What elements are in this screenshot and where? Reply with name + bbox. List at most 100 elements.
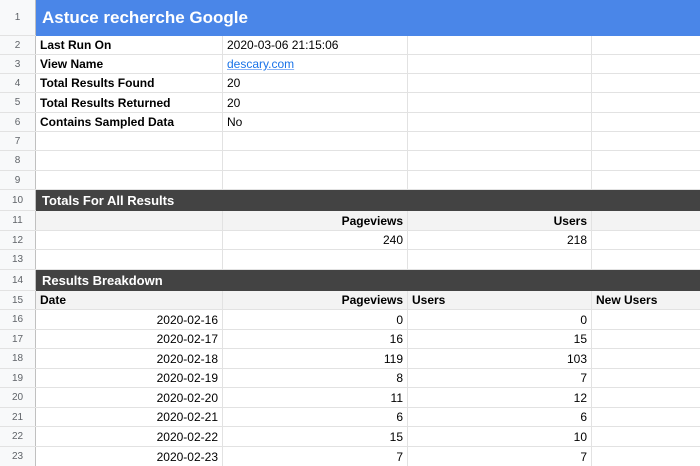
empty-cell[interactable]: [592, 211, 700, 230]
row-number[interactable]: 6: [0, 113, 36, 131]
empty-cell[interactable]: [408, 151, 592, 170]
empty-cell[interactable]: [592, 74, 700, 92]
empty-cell[interactable]: [592, 36, 700, 54]
empty-cell[interactable]: [223, 132, 408, 150]
empty-cell[interactable]: [36, 250, 223, 269]
empty-cell[interactable]: [36, 132, 223, 150]
empty-cell[interactable]: [36, 171, 223, 189]
empty-cell[interactable]: [592, 250, 700, 269]
empty-cell[interactable]: [408, 55, 592, 73]
row-number[interactable]: 4: [0, 74, 36, 92]
row-number[interactable]: 11: [0, 211, 36, 230]
date-cell[interactable]: 2020-02-21: [36, 408, 223, 426]
empty-cell[interactable]: [592, 132, 700, 150]
sheet-title-cell[interactable]: Astuce recherche Google: [36, 0, 700, 36]
pageviews-cell[interactable]: 15: [223, 427, 408, 446]
row-number[interactable]: 18: [0, 349, 36, 368]
new-users-cell[interactable]: [592, 310, 700, 329]
new-users-column-header[interactable]: New Users: [592, 291, 700, 309]
empty-cell[interactable]: [408, 74, 592, 92]
empty-cell[interactable]: [592, 113, 700, 131]
totals-users-value[interactable]: 218: [408, 231, 592, 249]
empty-cell[interactable]: [592, 151, 700, 170]
empty-cell[interactable]: [592, 171, 700, 189]
new-users-cell[interactable]: [592, 427, 700, 446]
row-number[interactable]: 14: [0, 270, 36, 290]
row-number[interactable]: 16: [0, 310, 36, 329]
empty-cell[interactable]: [408, 171, 592, 189]
row-number[interactable]: 20: [0, 388, 36, 407]
users-column-header[interactable]: Users: [408, 291, 592, 309]
new-users-cell[interactable]: [592, 369, 700, 387]
empty-cell[interactable]: [408, 132, 592, 150]
row-number[interactable]: 8: [0, 151, 36, 170]
totals-users-header[interactable]: Users: [408, 211, 592, 230]
date-cell[interactable]: 2020-02-16: [36, 310, 223, 329]
users-cell[interactable]: 15: [408, 330, 592, 348]
pageviews-cell[interactable]: 6: [223, 408, 408, 426]
pageviews-cell[interactable]: 16: [223, 330, 408, 348]
new-users-cell[interactable]: [592, 330, 700, 348]
date-column-header[interactable]: Date: [36, 291, 223, 309]
meta-label-cell[interactable]: Contains Sampled Data: [36, 113, 223, 131]
new-users-cell[interactable]: [592, 447, 700, 466]
row-number[interactable]: 13: [0, 250, 36, 269]
empty-cell[interactable]: [408, 93, 592, 112]
row-number[interactable]: 3: [0, 55, 36, 73]
meta-value-cell[interactable]: 2020-03-06 21:15:06: [223, 36, 408, 54]
pageviews-cell[interactable]: 119: [223, 349, 408, 368]
empty-cell[interactable]: [408, 250, 592, 269]
row-number[interactable]: 21: [0, 408, 36, 426]
row-number[interactable]: 12: [0, 231, 36, 249]
empty-cell[interactable]: [223, 250, 408, 269]
new-users-cell[interactable]: [592, 388, 700, 407]
date-cell[interactable]: 2020-02-19: [36, 369, 223, 387]
pageviews-cell[interactable]: 0: [223, 310, 408, 329]
users-cell[interactable]: 103: [408, 349, 592, 368]
new-users-cell[interactable]: [592, 408, 700, 426]
users-cell[interactable]: 7: [408, 447, 592, 466]
breakdown-heading-cell[interactable]: Results Breakdown: [36, 270, 700, 291]
row-number[interactable]: 17: [0, 330, 36, 348]
empty-cell[interactable]: [223, 151, 408, 170]
meta-value-cell[interactable]: 20: [223, 74, 408, 92]
date-cell[interactable]: 2020-02-18: [36, 349, 223, 368]
empty-cell[interactable]: [408, 113, 592, 131]
date-cell[interactable]: 2020-02-17: [36, 330, 223, 348]
totals-pageviews-value[interactable]: 240: [223, 231, 408, 249]
empty-cell[interactable]: [36, 231, 223, 249]
new-users-cell[interactable]: [592, 349, 700, 368]
date-cell[interactable]: 2020-02-22: [36, 427, 223, 446]
meta-label-cell[interactable]: Total Results Returned: [36, 93, 223, 112]
view-name-link[interactable]: descary.com: [227, 57, 294, 71]
meta-label-cell[interactable]: Total Results Found: [36, 74, 223, 92]
date-cell[interactable]: 2020-02-20: [36, 388, 223, 407]
empty-cell[interactable]: [592, 55, 700, 73]
pageviews-cell[interactable]: 7: [223, 447, 408, 466]
totals-heading-cell[interactable]: Totals For All Results: [36, 190, 700, 211]
meta-label-cell[interactable]: Last Run On: [36, 36, 223, 54]
empty-cell[interactable]: [36, 151, 223, 170]
meta-value-cell[interactable]: No: [223, 113, 408, 131]
row-number[interactable]: 2: [0, 36, 36, 54]
empty-cell[interactable]: [408, 36, 592, 54]
users-cell[interactable]: 0: [408, 310, 592, 329]
pageviews-cell[interactable]: 8: [223, 369, 408, 387]
empty-cell[interactable]: [592, 231, 700, 249]
users-cell[interactable]: 10: [408, 427, 592, 446]
meta-label-cell[interactable]: View Name: [36, 55, 223, 73]
row-number[interactable]: 23: [0, 447, 36, 466]
totals-pageviews-header[interactable]: Pageviews: [223, 211, 408, 230]
users-cell[interactable]: 6: [408, 408, 592, 426]
pageviews-cell[interactable]: 11: [223, 388, 408, 407]
meta-value-cell[interactable]: 20: [223, 93, 408, 112]
users-cell[interactable]: 7: [408, 369, 592, 387]
row-number[interactable]: 1: [0, 0, 36, 35]
row-number[interactable]: 22: [0, 427, 36, 446]
empty-cell[interactable]: [223, 171, 408, 189]
row-number[interactable]: 5: [0, 93, 36, 112]
meta-value-cell[interactable]: descary.com: [223, 55, 408, 73]
pageviews-column-header[interactable]: Pageviews: [223, 291, 408, 309]
row-number[interactable]: 9: [0, 171, 36, 189]
row-number[interactable]: 7: [0, 132, 36, 150]
